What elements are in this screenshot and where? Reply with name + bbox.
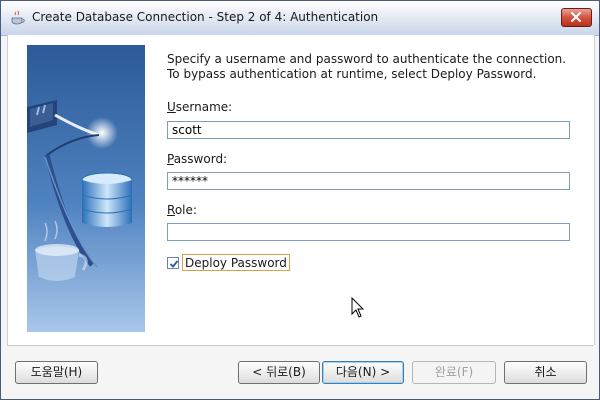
finish-button[interactable]: 완료(F) (412, 361, 496, 384)
role-input[interactable] (167, 223, 570, 241)
next-button[interactable]: 다음(N) > (322, 361, 404, 384)
role-label-text: ole: (174, 203, 197, 217)
coffee-cup-icon (10, 10, 26, 26)
instructions-text: Specify a username and password to authe… (167, 52, 567, 81)
window-title: Create Database Connection - Step 2 of 4… (32, 10, 379, 24)
close-button[interactable] (561, 8, 592, 27)
deploy-password-label[interactable]: Deploy Password (182, 254, 290, 271)
password-input[interactable] (167, 172, 570, 190)
username-mnemonic: U (167, 100, 176, 114)
footer-separator (7, 345, 593, 346)
back-button[interactable]: < 뒤로(B) (238, 361, 320, 384)
role-mnemonic: R (167, 203, 175, 217)
role-label: Role: (167, 203, 197, 217)
password-mnemonic: P (167, 152, 174, 166)
username-input[interactable] (167, 121, 570, 139)
password-label-text: assword: (173, 152, 228, 166)
cancel-button[interactable]: 취소 (504, 361, 587, 384)
username-label: Username: (167, 100, 232, 114)
mouse-cursor-icon (351, 297, 365, 318)
help-button[interactable]: 도움말(H) (15, 361, 98, 384)
password-label: Password: (167, 152, 227, 166)
dialog-window: Create Database Connection - Step 2 of 4… (0, 0, 600, 400)
title-bar[interactable]: Create Database Connection - Step 2 of 4… (1, 1, 599, 36)
username-label-text: sername: (175, 100, 233, 114)
close-icon (571, 12, 581, 22)
checkmark-icon (169, 260, 179, 268)
dialog-body: Specify a username and password to authe… (7, 35, 595, 345)
wizard-side-image (27, 45, 145, 332)
deploy-password-checkbox[interactable] (167, 257, 179, 269)
